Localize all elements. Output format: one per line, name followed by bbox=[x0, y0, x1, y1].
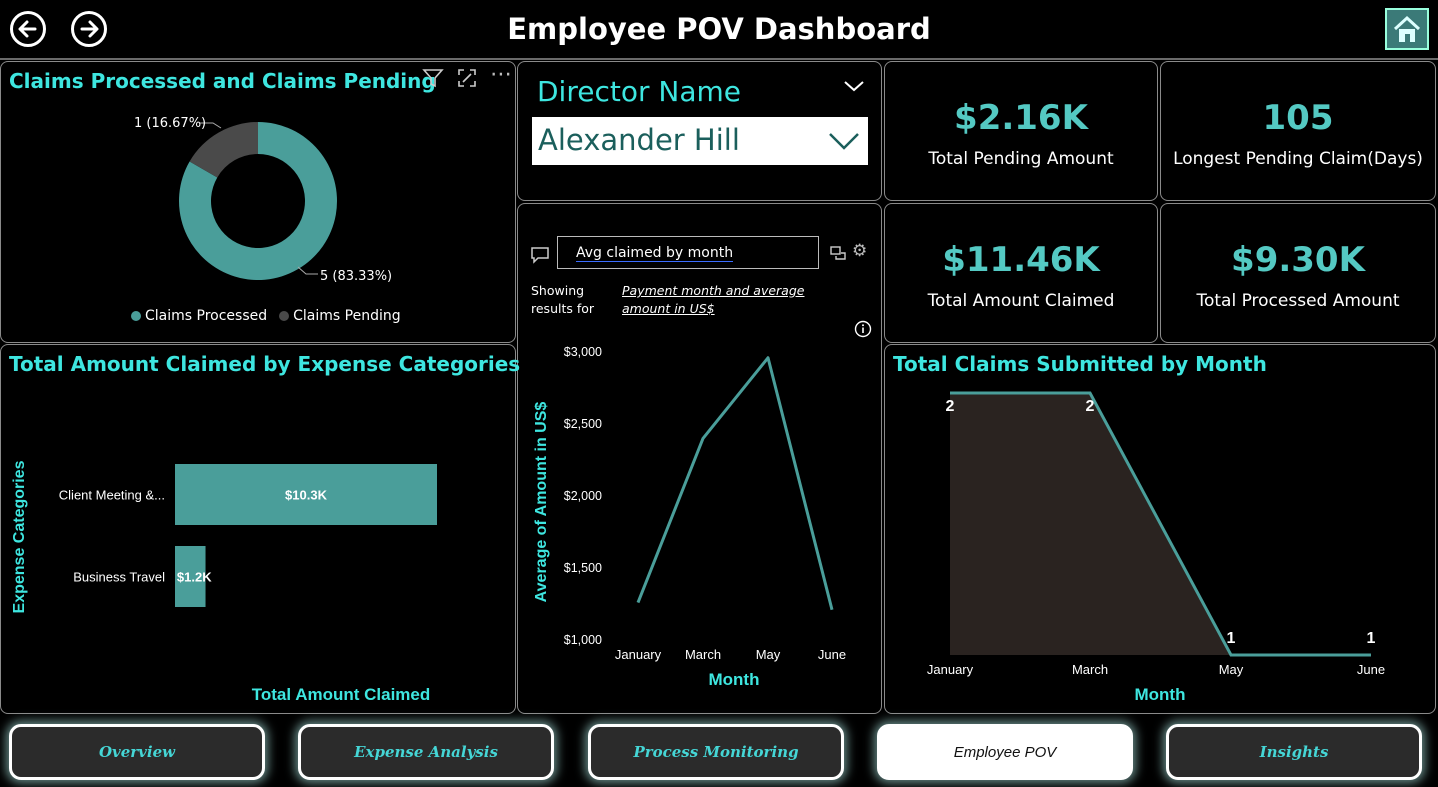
claims-donut-chart bbox=[179, 122, 337, 280]
director-slicer-panel: Director Name Alexander Hill bbox=[517, 61, 882, 201]
kpi-total-processed-card: $9.30K Total Processed Amount bbox=[1160, 203, 1436, 343]
kpi-label: Total Amount Claimed bbox=[927, 291, 1115, 311]
y-tick-label: $2,500 bbox=[564, 417, 602, 431]
x-tick-label: June bbox=[818, 647, 846, 662]
claims-submitted-panel: Total Claims Submitted by Month 2 2 1 1 Janu… bbox=[884, 344, 1436, 714]
kpi-total-claimed-card: $11.46K Total Amount Claimed bbox=[884, 203, 1158, 343]
kpi-value: $9.30K bbox=[1231, 240, 1365, 280]
category-label: Client Meeting &... bbox=[59, 488, 165, 503]
x-tick-label: January bbox=[615, 647, 662, 662]
kpi-value: $2.16K bbox=[954, 98, 1088, 138]
avg-line-series bbox=[636, 356, 834, 611]
data-point-label: 1 bbox=[1227, 630, 1236, 647]
tab-expense-analysis[interactable]: Expense Analysis bbox=[298, 724, 554, 780]
bar-value-label: $1.2K bbox=[177, 570, 212, 585]
tab-process-monitoring[interactable]: Process Monitoring bbox=[588, 724, 844, 780]
y-tick-label: $3,000 bbox=[564, 345, 602, 359]
x-tick-label: March bbox=[685, 647, 721, 662]
data-point-label: 2 bbox=[1086, 398, 1095, 415]
legend-pending-label: Claims Pending bbox=[293, 308, 401, 324]
donut-processed-label: 5 (83.33%) bbox=[320, 269, 393, 284]
category-label: Business Travel bbox=[73, 570, 165, 585]
legend-pending-swatch bbox=[279, 311, 290, 321]
kpi-value: 105 bbox=[1262, 98, 1334, 138]
x-tick-label: May bbox=[756, 647, 781, 662]
director-dropdown[interactable]: Alexander Hill bbox=[532, 117, 868, 165]
expense-bar-chart: Client Meeting &... $10.3K Business Travel… bbox=[11, 460, 437, 704]
avg-claimed-line-chart: $3,000 $2,500 $2,000 $1,500 $1,000 January Mar… bbox=[533, 345, 846, 689]
donut-legend: Claims Processed Claims Pending bbox=[131, 308, 401, 324]
qa-visual-panel: Avg claimed by month ⚙ Showing results f… bbox=[517, 203, 882, 714]
legend-processed-swatch bbox=[131, 311, 141, 321]
director-label: Director Name bbox=[537, 75, 741, 108]
chevron-down-icon[interactable] bbox=[843, 79, 865, 93]
x-tick-label: May bbox=[1219, 662, 1244, 677]
director-selected: Alexander Hill bbox=[538, 123, 740, 157]
x-axis-title: Month bbox=[709, 670, 760, 689]
tab-overview[interactable]: Overview bbox=[9, 724, 265, 780]
y-tick-label: $2,000 bbox=[564, 489, 602, 503]
x-tick-label: June bbox=[1357, 662, 1385, 677]
claims-submitted-area-chart: 2 2 1 1 January March May June Month bbox=[927, 391, 1385, 704]
page-title: Employee POV Dashboard bbox=[507, 12, 931, 46]
kpi-label: Total Pending Amount bbox=[928, 149, 1114, 169]
bar-value-label: $10.3K bbox=[285, 488, 328, 503]
home-icon bbox=[1393, 15, 1421, 42]
y-tick-label: $1,000 bbox=[564, 633, 602, 647]
home-button[interactable] bbox=[1385, 8, 1429, 50]
tab-employee-pov[interactable]: Employee POV bbox=[877, 724, 1133, 780]
kpi-label: Longest Pending Claim(Days) bbox=[1173, 149, 1423, 169]
data-point-label: 1 bbox=[1367, 630, 1376, 647]
donut-pending-label: 1 (16.67%) bbox=[134, 116, 207, 131]
kpi-total-pending-card: $2.16K Total Pending Amount bbox=[884, 61, 1158, 201]
expense-bar-panel: Total Amount Claimed by Expense Categori… bbox=[0, 344, 520, 714]
x-tick-label: January bbox=[927, 662, 974, 677]
data-point-label: 2 bbox=[946, 398, 955, 415]
y-axis-title: Expense Categories bbox=[11, 460, 28, 613]
tab-insights[interactable]: Insights bbox=[1166, 724, 1422, 780]
x-axis-title: Total Amount Claimed bbox=[252, 685, 431, 704]
chevron-down-icon bbox=[829, 133, 859, 150]
kpi-label: Total Processed Amount bbox=[1196, 291, 1400, 311]
x-axis-title: Month bbox=[1135, 685, 1186, 704]
donut-leader-line bbox=[297, 266, 318, 275]
y-axis-title: Average of Amount in US$ bbox=[533, 402, 550, 603]
x-tick-label: March bbox=[1072, 662, 1108, 677]
kpi-value: $11.46K bbox=[942, 240, 1100, 280]
y-tick-label: $1,500 bbox=[564, 561, 602, 575]
legend-processed-label: Claims Processed bbox=[145, 308, 268, 324]
claims-donut-panel: Claims Processed and Claims Pending ⋯ 1 … bbox=[0, 61, 516, 343]
kpi-longest-pending-card: 105 Longest Pending Claim(Days) bbox=[1160, 61, 1436, 201]
